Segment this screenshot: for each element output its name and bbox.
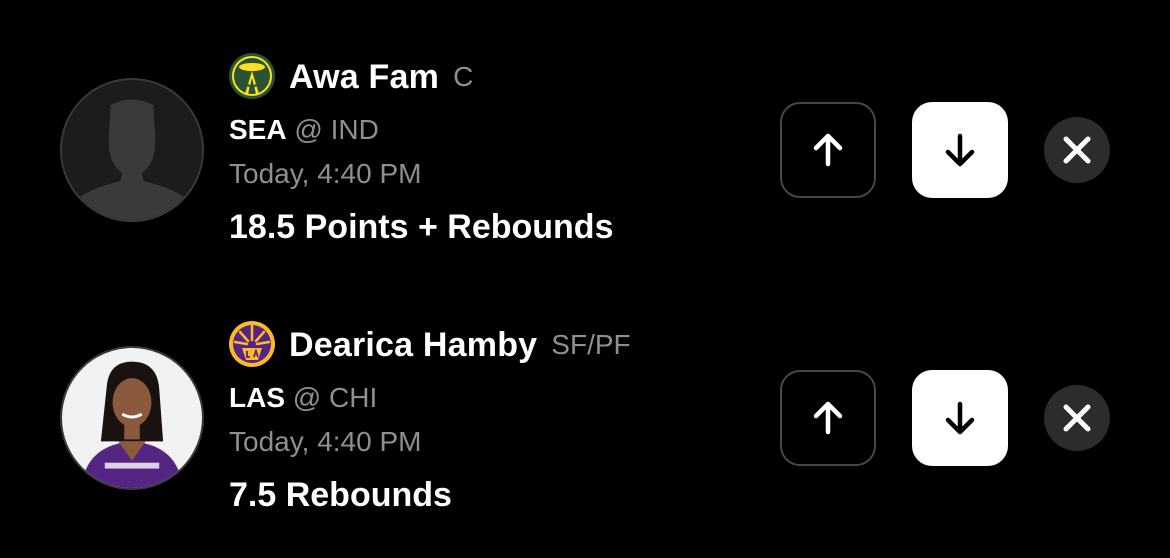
- player-name: Awa Fam: [289, 57, 440, 96]
- prop-line: 7.5 Rebounds: [229, 476, 452, 514]
- less-button[interactable]: [912, 102, 1008, 198]
- opponent-abbr: CHI: [329, 382, 378, 413]
- matchup: LAS @ CHI: [229, 378, 377, 418]
- opponent-abbr: IND: [330, 114, 379, 145]
- player-position: SF/PF: [551, 329, 631, 360]
- game-time: Today, 4:40 PM: [229, 158, 422, 189]
- arrow-down-icon: [945, 401, 975, 435]
- arrow-up-icon: [813, 401, 843, 435]
- prop-line: 18.5 Points + Rebounds: [229, 208, 614, 246]
- la-sparks-logo-icon: [228, 320, 276, 368]
- pick-row: Awa Fam C SEA @ IND Today, 4:40 PM 18.5 …: [0, 0, 1170, 268]
- less-button[interactable]: [912, 370, 1008, 466]
- player-name-line: Awa Fam C: [289, 52, 473, 102]
- player-silhouette-icon: [62, 80, 202, 220]
- arrow-down-icon: [945, 133, 975, 167]
- player-photo-icon: [62, 348, 202, 488]
- team-abbr: SEA: [229, 114, 287, 145]
- player-name-line: Dearica Hamby SF/PF: [289, 320, 631, 370]
- player-name: Dearica Hamby: [289, 325, 538, 364]
- matchup: SEA @ IND: [229, 110, 379, 150]
- player-avatar: [60, 346, 204, 490]
- at-symbol: @: [292, 382, 322, 413]
- close-icon: [1063, 404, 1091, 432]
- arrow-up-icon: [813, 133, 843, 167]
- close-icon: [1063, 136, 1091, 164]
- player-position: C: [453, 61, 474, 92]
- more-button[interactable]: [780, 370, 876, 466]
- more-button[interactable]: [780, 102, 876, 198]
- remove-pick-button[interactable]: [1044, 385, 1110, 451]
- at-symbol: @: [294, 114, 323, 145]
- player-avatar: [60, 78, 204, 222]
- pick-row: Dearica Hamby SF/PF LAS @ CHI Today, 4:4…: [0, 268, 1170, 536]
- game-time: Today, 4:40 PM: [229, 426, 422, 457]
- remove-pick-button[interactable]: [1044, 117, 1110, 183]
- seattle-storm-logo-icon: [228, 52, 276, 100]
- team-abbr: LAS: [229, 382, 285, 413]
